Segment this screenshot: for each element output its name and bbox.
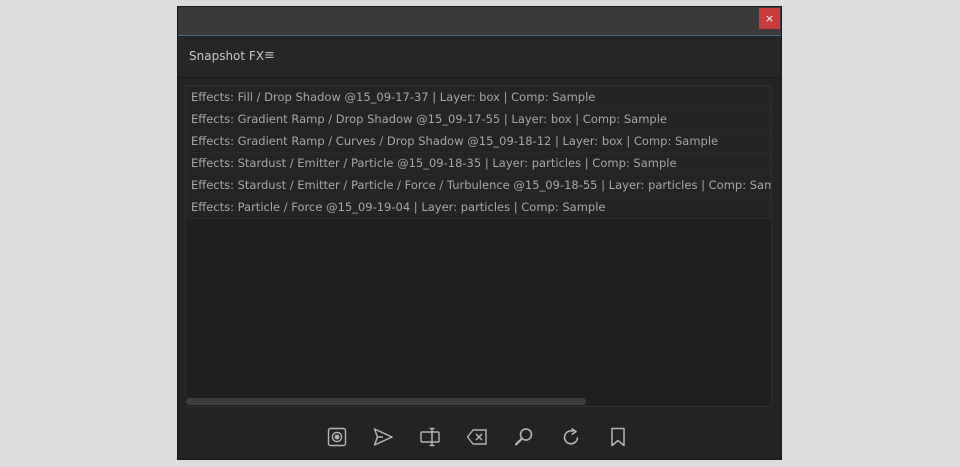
capture-snapshot-button[interactable] xyxy=(325,425,349,449)
horizontal-scrollbar[interactable] xyxy=(185,397,770,405)
list-item[interactable]: Effects: Fill / Drop Shadow @15_09-17-37… xyxy=(186,86,771,109)
horizontal-scrollbar-thumb[interactable] xyxy=(186,398,586,405)
capture-snapshot-icon xyxy=(327,427,347,447)
send-icon xyxy=(373,428,393,446)
list-item[interactable]: Effects: Stardust / Emitter / Particle /… xyxy=(186,175,771,197)
close-button[interactable]: × xyxy=(759,8,780,29)
search-icon xyxy=(514,428,533,446)
window-titlebar[interactable]: × xyxy=(178,7,781,35)
panel-menu-icon[interactable]: ≡ xyxy=(264,48,275,63)
bookmark-button[interactable] xyxy=(606,425,630,449)
snapshot-list[interactable]: Effects: Fill / Drop Shadow @15_09-17-37… xyxy=(185,85,772,407)
rename-icon xyxy=(420,427,440,447)
search-button[interactable] xyxy=(512,425,536,449)
delete-icon xyxy=(466,429,487,445)
list-item[interactable]: Effects: Stardust / Emitter / Particle @… xyxy=(186,153,771,175)
snapshot-fx-window: × Snapshot FX ≡ Effects: Fill / Drop Sha… xyxy=(178,7,781,459)
list-item[interactable]: Effects: Particle / Force @15_09-19-04 |… xyxy=(186,197,771,219)
refresh-button[interactable] xyxy=(559,425,583,449)
rename-button[interactable] xyxy=(418,425,442,449)
panel-title: Snapshot FX xyxy=(189,49,265,63)
send-button[interactable] xyxy=(371,425,395,449)
delete-button[interactable] xyxy=(465,425,489,449)
list-item[interactable]: Effects: Gradient Ramp / Drop Shadow @15… xyxy=(186,109,771,131)
refresh-icon xyxy=(563,427,579,445)
panel-header: Snapshot FX ≡ xyxy=(178,36,781,78)
list-item[interactable]: Effects: Gradient Ramp / Curves / Drop S… xyxy=(186,131,771,153)
bookmark-icon xyxy=(611,427,625,447)
bottom-toolbar xyxy=(178,419,781,455)
